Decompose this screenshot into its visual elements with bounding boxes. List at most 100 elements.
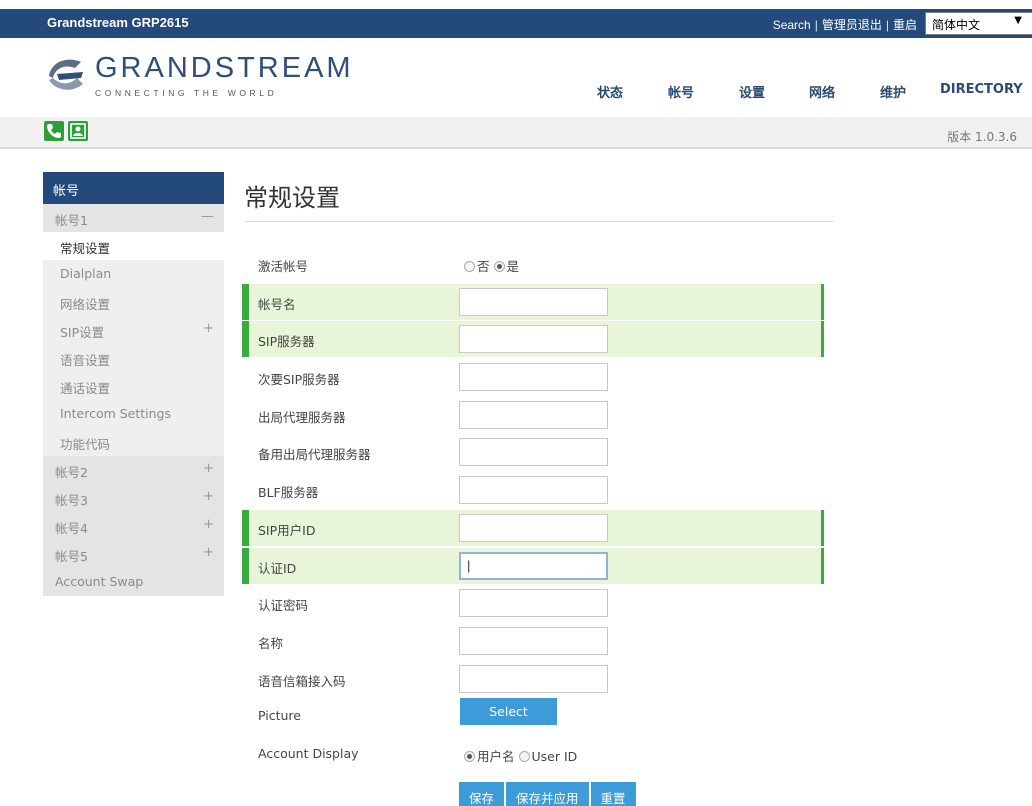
form-row-secondary-sip-server: 次要SIP服务器	[242, 359, 824, 395]
field-label: 认证密码	[258, 598, 309, 614]
sidebar-account4[interactable]: 帐号4 +	[43, 512, 224, 540]
form-actions: 保存 保存并应用 重置	[459, 782, 638, 806]
page-title: 常规设置	[244, 184, 340, 212]
sidebar-account1[interactable]: 帐号1 —	[43, 204, 224, 232]
outbound-proxy-input[interactable]	[459, 400, 608, 429]
sidebar-item-audio-settings[interactable]: 语音设置	[43, 344, 224, 372]
sidebar: 帐号 帐号1 — 常规设置 Dialplan 网络设置 SIP设置 + 语音设置…	[43, 172, 224, 596]
expand-icon[interactable]: +	[203, 461, 214, 476]
sidebar-item-sip-settings[interactable]: SIP设置 +	[43, 316, 224, 344]
radio-label: 否	[477, 259, 490, 274]
separator: |	[885, 18, 889, 32]
save-apply-button[interactable]: 保存并应用	[506, 782, 589, 806]
collapse-icon[interactable]: —	[201, 209, 214, 224]
sidebar-header: 帐号	[43, 172, 224, 204]
top-bar: Grandstream GRP2615 Search | 管理员退出 | 重启 简体中文…	[0, 9, 1032, 38]
auth-password-input[interactable]	[459, 589, 608, 618]
blf-server-input[interactable]	[459, 476, 608, 505]
account-display-radio-group: 用户名 User ID	[464, 746, 577, 765]
radio-no[interactable]	[464, 261, 475, 272]
form-row-sip-user-id: SIP用户ID	[242, 509, 824, 546]
expand-icon[interactable]: +	[203, 517, 214, 532]
language-value: 简体中文	[932, 18, 981, 32]
sidebar-item-label: SIP设置	[60, 325, 105, 340]
phone-icon[interactable]	[44, 121, 64, 141]
field-label: 激活帐号	[258, 259, 309, 274]
sidebar-item-label: 帐号4	[55, 521, 88, 536]
sip-server-input[interactable]	[459, 325, 608, 354]
backup-outbound-proxy-input[interactable]	[459, 438, 608, 467]
form-row-voicemail-code: 语音信箱接入码	[242, 661, 824, 697]
nav-directory[interactable]: DIRECTORY	[940, 82, 1023, 97]
brand-name: GRANDSTREAM	[95, 52, 354, 84]
nav-status[interactable]: 状态	[597, 82, 623, 101]
separator: |	[814, 18, 818, 32]
auth-id-input[interactable]: |	[459, 551, 608, 580]
nav-account[interactable]: 帐号	[668, 82, 694, 101]
secondary-sip-server-input[interactable]	[459, 363, 608, 392]
field-label: Picture	[258, 708, 301, 724]
field-label: 出局代理服务器	[258, 409, 346, 425]
sidebar-account-swap[interactable]: Account Swap	[43, 568, 224, 596]
expand-icon[interactable]: +	[203, 545, 214, 560]
sidebar-item-network-settings[interactable]: 网络设置	[43, 288, 224, 316]
account-name-input[interactable]	[459, 287, 608, 316]
sidebar-account2[interactable]: 帐号2 +	[43, 456, 224, 484]
radio-label: User ID	[531, 748, 578, 764]
field-label: Account Display	[258, 745, 359, 761]
sidebar-item-feature-codes[interactable]: 功能代码	[43, 428, 224, 456]
radio-user-id[interactable]	[518, 750, 530, 762]
sidebar-account3[interactable]: 帐号3 +	[43, 484, 224, 512]
logout-link[interactable]: 管理员退出	[822, 18, 882, 32]
expand-icon[interactable]: +	[203, 489, 214, 504]
sidebar-item-general-settings[interactable]: 常规设置	[43, 232, 224, 260]
name-input[interactable]	[459, 626, 608, 655]
sidebar-item-call-settings[interactable]: 通话设置	[43, 372, 224, 400]
form-row-auth-id: 认证ID |	[242, 547, 824, 584]
top-links: Search | 管理员退出 | 重启	[773, 16, 917, 33]
form-row-activate: 激活帐号 否 是	[242, 246, 824, 282]
form-row-backup-outbound-proxy: 备用出局代理服务器	[242, 434, 824, 470]
radio-username[interactable]	[464, 750, 475, 762]
firmware-version: 版本 1.0.3.6	[947, 130, 1017, 144]
product-name: Grandstream GRP2615	[47, 15, 189, 30]
form-row-picture: Picture Select	[242, 698, 824, 734]
field-label: 帐号名	[258, 296, 296, 312]
field-label: 备用出局代理服务器	[258, 447, 371, 463]
form-row-name: 名称	[242, 623, 824, 659]
select-picture-button[interactable]: Select	[460, 698, 557, 726]
sidebar-item-label: 帐号5	[55, 549, 88, 564]
form-row-outbound-proxy: 出局代理服务器	[242, 397, 824, 433]
field-label: 语音信箱接入码	[258, 673, 346, 689]
voicemail-code-input[interactable]	[459, 664, 608, 693]
form-row-blf-server: BLF服务器	[242, 472, 824, 508]
contact-card-icon[interactable]	[68, 121, 88, 141]
general-settings-form: 激活帐号 否 是 帐号名 SIP服务器 次要SIP服务器 出局代理服务器 备用出…	[242, 246, 824, 774]
radio-label: 是	[506, 259, 520, 274]
language-select[interactable]: 简体中文 ▼	[925, 12, 1032, 35]
search-link[interactable]: Search	[773, 18, 811, 32]
nav-maintenance[interactable]: 维护	[880, 82, 906, 101]
nav-network[interactable]: 网络	[809, 82, 835, 101]
nav-settings[interactable]: 设置	[739, 82, 765, 101]
field-label: BLF服务器	[258, 485, 319, 501]
save-button[interactable]: 保存	[459, 782, 505, 806]
radio-label: 用户名	[477, 748, 515, 764]
reboot-link[interactable]: 重启	[893, 18, 917, 32]
sidebar-item-dialplan[interactable]: Dialplan	[43, 260, 224, 288]
field-label: 名称	[258, 635, 284, 651]
field-label: 认证ID	[258, 560, 297, 576]
reset-button[interactable]: 重置	[590, 782, 636, 806]
sidebar-item-label: 帐号1	[55, 213, 88, 228]
radio-yes[interactable]	[493, 261, 505, 272]
field-label: SIP用户ID	[258, 522, 316, 538]
activate-radio-group: 否 是	[464, 256, 519, 275]
form-row-account-name: 帐号名	[242, 283, 824, 320]
expand-icon[interactable]: +	[203, 321, 214, 336]
sip-user-id-input[interactable]	[459, 513, 608, 542]
sidebar-account5[interactable]: 帐号5 +	[43, 540, 224, 568]
sidebar-item-intercom-settings[interactable]: Intercom Settings	[43, 400, 224, 428]
main-nav: 状态 帐号 设置 网络 维护 DIRECTORY	[0, 82, 1032, 102]
field-label: SIP服务器	[258, 334, 315, 350]
form-row-sip-server: SIP服务器	[242, 321, 824, 358]
